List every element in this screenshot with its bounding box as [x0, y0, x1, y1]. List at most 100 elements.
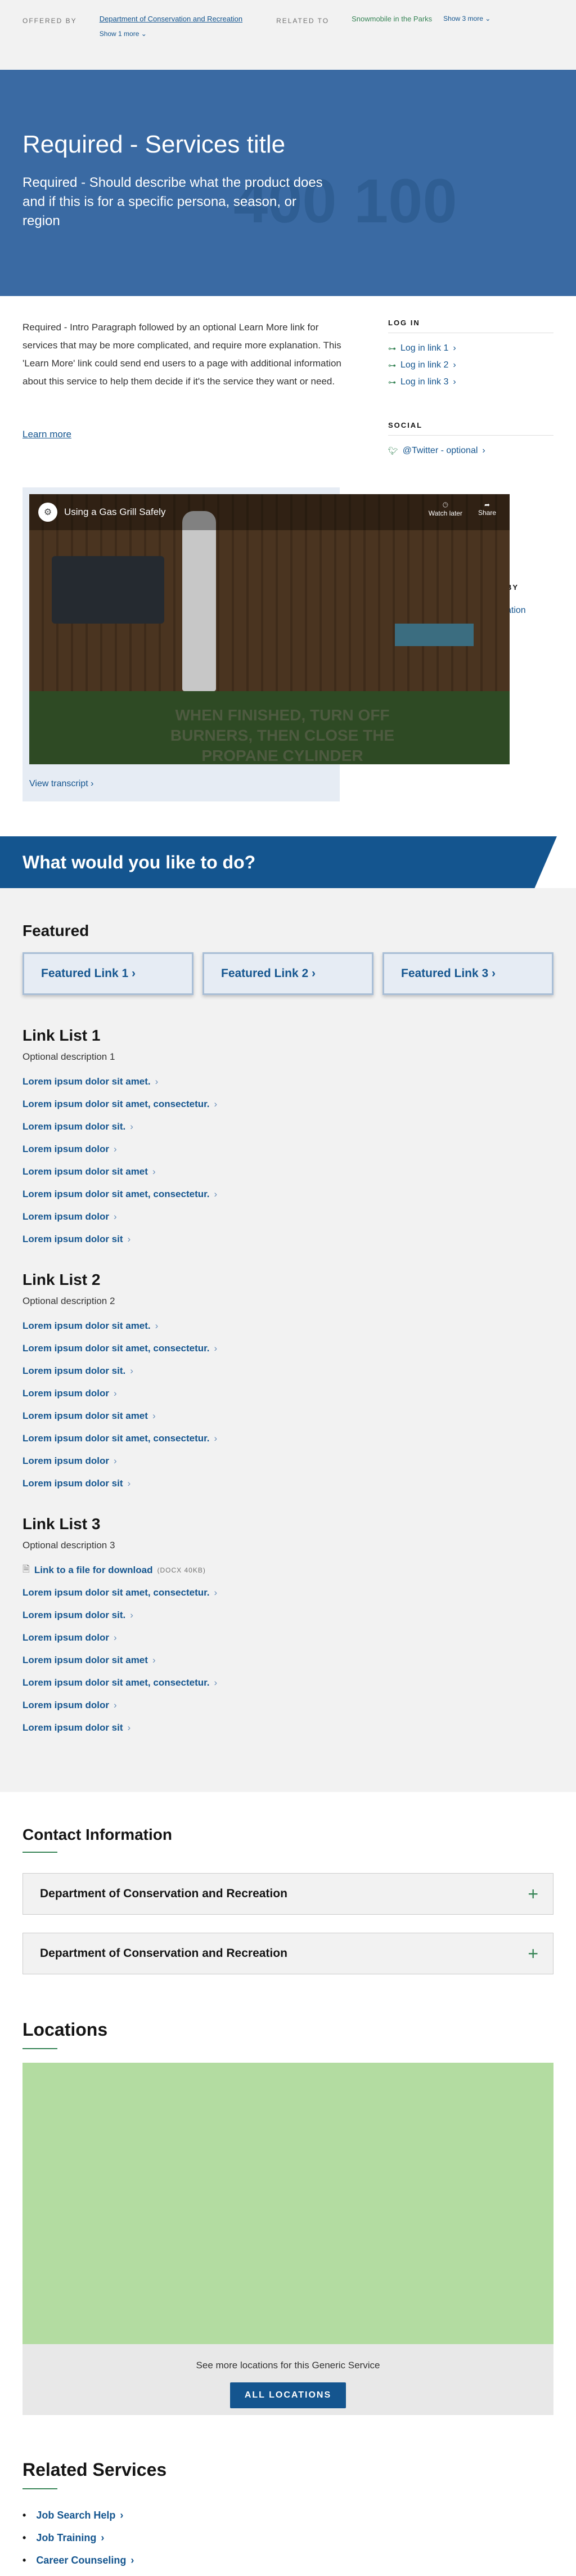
chevron-down-icon: ⌄ — [485, 15, 491, 23]
arrow-icon: › — [492, 967, 496, 980]
featured-link-2[interactable]: Featured Link 2 › — [202, 952, 374, 995]
list-item[interactable]: Lorem ipsum dolor sit › — [22, 1228, 554, 1251]
list-item[interactable]: Lorem ipsum dolor › — [22, 1206, 554, 1228]
list-item[interactable]: Lorem ipsum dolor › — [22, 1627, 554, 1649]
arrow-icon: › — [130, 2554, 134, 2566]
file-link-label: Link to a file for download — [34, 1565, 153, 1575]
related-service-link[interactable]: Job Training › — [22, 2526, 554, 2549]
featured-link-1[interactable]: Featured Link 1 › — [22, 952, 194, 995]
list-item[interactable]: Lorem ipsum dolor sit amet, consectetur.… — [22, 1672, 554, 1694]
list-item[interactable]: Lorem ipsum dolor sit amet, consectetur.… — [22, 1093, 554, 1115]
login-link-1[interactable]: ⊶ Log in link 1 › — [388, 343, 554, 353]
list-item-label: Lorem ipsum dolor sit — [22, 1478, 123, 1489]
social-link-twitter[interactable]: 🐦︎ @Twitter - optional › — [388, 446, 554, 456]
list-item[interactable]: Lorem ipsum dolor sit › — [22, 1717, 554, 1739]
list-item-label: Lorem ipsum dolor — [22, 1211, 109, 1222]
arrow-icon: › — [127, 1234, 131, 1244]
file-size-badge: (DOCX 40KB) — [157, 1566, 206, 1574]
accordion-title: Department of Conservation and Recreatio… — [40, 1947, 287, 1960]
arrow-icon: › — [152, 1166, 156, 1177]
arrow-icon: › — [214, 1099, 218, 1109]
list-item-label: Lorem ipsum dolor sit amet, consectetur. — [22, 1099, 210, 1109]
arrow-icon: › — [155, 1076, 159, 1087]
video-scene-table — [395, 624, 474, 646]
video-player[interactable]: ⚙ Using a Gas Grill Safely 🕒︎ Watch later… — [29, 494, 510, 764]
list-item[interactable]: Lorem ipsum dolor sit › — [22, 1472, 554, 1495]
link-list-description: Optional description 1 — [22, 1051, 115, 1062]
contact-accordion-1[interactable]: Department of Conservation and Recreatio… — [22, 1873, 554, 1915]
arrow-icon: › — [453, 360, 456, 370]
arrow-icon: › — [91, 779, 94, 789]
video-title[interactable]: Using a Gas Grill Safely — [64, 507, 165, 518]
offered-by-link[interactable]: Department of Conservation and Recreatio… — [100, 15, 242, 23]
list-item[interactable]: Lorem ipsum dolor sit amet. › — [22, 1070, 554, 1093]
login-link-2[interactable]: ⊶ Log in link 2 › — [388, 360, 554, 370]
plus-icon: + — [528, 1883, 538, 1904]
login-link-label: Log in link 3 — [400, 377, 449, 387]
social-link-label: @Twitter - optional — [402, 446, 478, 455]
list-item[interactable]: Lorem ipsum dolor › — [22, 1450, 554, 1472]
locations-heading: Locations — [22, 2019, 108, 2040]
list-item[interactable]: Lorem ipsum dolor sit amet › — [22, 1649, 554, 1672]
list-item[interactable]: Lorem ipsum dolor sit. › — [22, 1115, 554, 1138]
list-item[interactable]: Lorem ipsum dolor sit amet › — [22, 1405, 554, 1427]
related-to-link[interactable]: Snowmobile in the Parks — [352, 15, 432, 70]
share-button[interactable]: ➦ Share — [478, 501, 496, 517]
file-icon: 🗎 — [22, 1564, 30, 1574]
login-link-3[interactable]: ⊶ Log in link 3 › — [388, 377, 554, 387]
list-item[interactable]: Lorem ipsum dolor sit amet, consectetur.… — [22, 1427, 554, 1450]
tasks-section: Featured Featured Link 1 › Featured Link… — [0, 888, 576, 1792]
channel-logo-icon[interactable]: ⚙ — [38, 503, 57, 522]
relationship-bar: OFFERED BY Department of Conservation an… — [0, 0, 576, 70]
tasks-banner: What would you like to do? — [0, 836, 576, 888]
list-item[interactable]: Lorem ipsum dolor › — [22, 1138, 554, 1161]
list-item[interactable]: Lorem ipsum dolor sit amet, consectetur.… — [22, 1183, 554, 1206]
related-service-label: Job Training — [36, 2532, 97, 2543]
list-item-label: Lorem ipsum dolor sit amet, consectetur. — [22, 1433, 210, 1444]
watch-later-button[interactable]: 🕒︎ Watch later — [429, 501, 462, 517]
arrow-icon: › — [113, 1632, 117, 1643]
related-service-link[interactable]: Job Search Help › — [22, 2504, 554, 2526]
list-item[interactable]: Lorem ipsum dolor › — [22, 1694, 554, 1717]
page-description: Required - Should describe what the prod… — [22, 175, 323, 229]
list-item[interactable]: Lorem ipsum dolor sit amet › — [22, 1161, 554, 1183]
arrow-icon: › — [130, 1121, 133, 1132]
page-header: 400 100 Required - Services title Requir… — [0, 70, 576, 296]
intro-paragraph: Required - Intro Paragraph followed by a… — [22, 322, 341, 387]
list-item[interactable]: Lorem ipsum dolor sit. › — [22, 1604, 554, 1627]
list-item-label: Lorem ipsum dolor — [22, 1700, 109, 1710]
list-item-label: Lorem ipsum dolor sit amet, consectetur. — [22, 1677, 210, 1688]
heading-rule — [22, 2488, 57, 2489]
clock-icon: 🕒︎ — [443, 501, 448, 509]
list-item-label: Lorem ipsum dolor sit amet, consectetur. — [22, 1343, 210, 1354]
featured-link-3[interactable]: Featured Link 3 › — [382, 952, 554, 995]
arrow-icon: › — [113, 1700, 117, 1710]
link-list-description: Optional description 2 — [22, 1296, 115, 1306]
list-item[interactable]: Lorem ipsum dolor sit. › — [22, 1360, 554, 1382]
arrow-icon: › — [113, 1388, 117, 1399]
related-service-link[interactable]: Career Counseling› — [22, 2549, 554, 2571]
key-icon: ⊶ — [388, 343, 396, 353]
view-transcript-link[interactable]: View transcript › — [29, 779, 93, 789]
related-services-list: Job Search Help › Job Training › Career Co… — [22, 2504, 554, 2571]
offered-show-more-label: Show 1 more — [99, 30, 140, 38]
list-item[interactable]: Lorem ipsum dolor › — [22, 1382, 554, 1405]
related-show-more-button[interactable]: Show 3 more ⌄ — [443, 15, 490, 70]
page-title: Required - Services title — [22, 131, 286, 158]
offered-by-label: OFFERED BY — [22, 17, 77, 25]
all-locations-button[interactable]: ALL LOCATIONS — [230, 2382, 346, 2408]
list-item[interactable]: Lorem ipsum dolor sit amet. › — [22, 1315, 554, 1337]
file-download-link[interactable]: 🗎 Link to a file for download (DOCX 40KB) — [22, 1559, 554, 1582]
locations-map[interactable] — [22, 2063, 554, 2344]
offered-show-more-button[interactable]: Show 1 more ⌄ — [100, 30, 242, 38]
video-caption: WHEN FINISHED, TURN OFF BURNERS, THEN CL… — [170, 706, 395, 764]
video-actions: 🕒︎ Watch later ➦ Share — [429, 501, 496, 517]
related-service-label: Job Search Help — [36, 2509, 116, 2521]
learn-more-link[interactable]: Learn more — [22, 429, 71, 440]
list-item[interactable]: Lorem ipsum dolor sit amet, consectetur.… — [22, 1582, 554, 1604]
arrow-icon: › — [152, 1655, 156, 1665]
contact-accordion-2[interactable]: Department of Conservation and Recreatio… — [22, 1933, 554, 1974]
list-item[interactable]: Lorem ipsum dolor sit amet, consectetur.… — [22, 1337, 554, 1360]
arrow-icon: › — [113, 1455, 117, 1466]
arrow-icon: › — [214, 1587, 218, 1598]
